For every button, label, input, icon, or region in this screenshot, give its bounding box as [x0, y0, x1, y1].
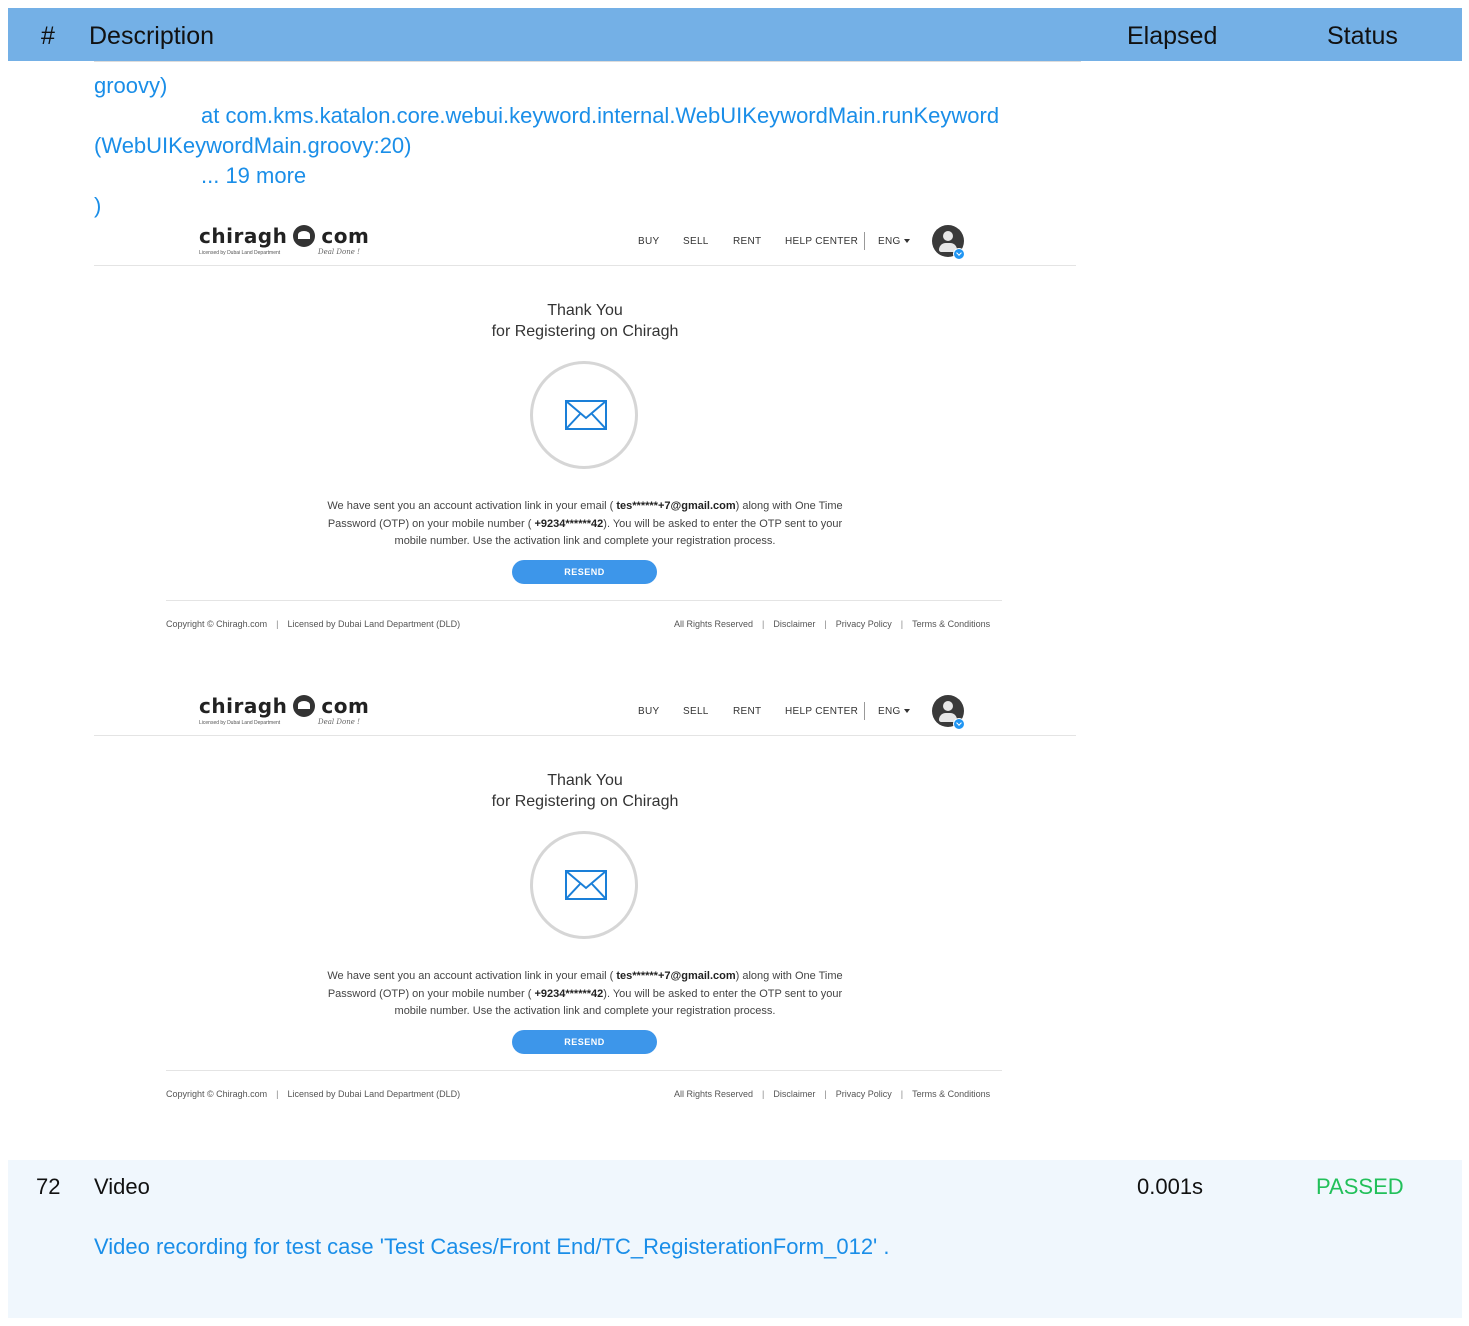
row-step-name: Video: [94, 1174, 150, 1199]
logo-text: com: [321, 694, 370, 718]
nav-rent: RENT: [733, 706, 762, 717]
language-selector: ENG: [878, 236, 910, 247]
footer-left: Copyright © Chiragh.com | Licensed by Duba…: [166, 1089, 461, 1099]
logo-mark-icon: [293, 695, 316, 717]
trace-line: groovy): [94, 73, 168, 98]
nav-help-center: HELP CENTER: [785, 706, 859, 717]
chiragh-logo: chiragh com: [199, 694, 369, 718]
trace-line: ... 19 more: [201, 163, 307, 188]
resend-button: RESEND: [512, 1030, 657, 1054]
envelope-icon: [565, 870, 607, 900]
nav-sell: SELL: [683, 236, 709, 247]
resend-button: RESEND: [512, 560, 657, 584]
status-badge: PASSED: [1316, 1174, 1404, 1199]
report-table-header: # Description Elapsed Status: [8, 8, 1462, 61]
trace-line: at com.kms.katalon.core.webui.keyword.in…: [201, 103, 1000, 128]
thanks-title: Thank You: [547, 302, 623, 319]
thanks-subtitle: for Registering on Chiragh: [491, 793, 679, 810]
chevron-down-icon: [953, 248, 965, 260]
thanks-subtitle: for Registering on Chiragh: [491, 323, 679, 340]
logo-mark-icon: [293, 225, 316, 247]
chevron-down-icon: [953, 718, 965, 730]
nav-separator: [864, 232, 865, 250]
masked-phone: +9234******42: [534, 517, 604, 530]
footer-right: All Rights Reserved | Disclaimer | Privacy P…: [674, 619, 991, 629]
nav-buy: BUY: [638, 706, 660, 717]
caret-down-icon: [903, 709, 910, 714]
trace-line: (WebUIKeywordMain.groovy:20): [94, 133, 412, 158]
message-text: We have sent you an account activation l…: [327, 970, 617, 982]
footer-rights: All Rights Reserved: [674, 1089, 754, 1099]
footer-disclaimer: Disclaimer: [773, 1089, 816, 1099]
logo-subtitle: Licensed by Dubai Land Department: [199, 250, 281, 256]
header-description: Description: [89, 22, 215, 50]
divider: [166, 1070, 1002, 1071]
row-message: Video recording for test case 'Test Case…: [94, 1234, 890, 1259]
caret-down-icon: [903, 239, 910, 244]
footer-rights: All Rights Reserved: [674, 619, 754, 629]
divider: [166, 600, 1002, 601]
stack-trace: groovy) at com.kms.katalon.core.webui.ke…: [94, 71, 1084, 221]
logo-text: com: [321, 224, 370, 248]
nav-rent: RENT: [733, 236, 762, 247]
footer-privacy: Privacy Policy: [835, 619, 892, 629]
nav-sell: SELL: [683, 706, 709, 717]
divider: [94, 265, 1076, 266]
footer-terms: Terms & Conditions: [912, 1089, 991, 1099]
activation-message: We have sent you an account activation l…: [316, 968, 854, 1021]
step-screenshot[interactable]: chiragh com Licensed by Dubai Land Depar…: [94, 218, 1076, 638]
logo-text: chiragh: [199, 694, 288, 718]
trace-line: ): [94, 193, 102, 218]
masked-email: tes******+7@gmail.com: [616, 500, 736, 512]
nav-separator: [864, 702, 865, 720]
logo-text: chiragh: [199, 224, 288, 248]
header-number: #: [41, 22, 55, 50]
table-row[interactable]: 72 Video 0.001s PASSED Video recording f…: [8, 1160, 1462, 1318]
footer-privacy: Privacy Policy: [835, 1089, 892, 1099]
footer-disclaimer: Disclaimer: [773, 619, 816, 629]
masked-phone: +9234******42: [534, 987, 604, 1000]
masked-email: tes******+7@gmail.com: [616, 970, 736, 982]
email-sent-badge: [530, 361, 638, 469]
nav-help-center: HELP CENTER: [785, 236, 859, 247]
chiragh-logo: chiragh com: [199, 224, 369, 248]
footer-licensed: Licensed by Dubai Land Department (DLD): [287, 619, 461, 629]
row-elapsed: 0.001s: [1137, 1174, 1204, 1199]
thanks-title: Thank You: [547, 772, 623, 789]
nav-buy: BUY: [638, 236, 660, 247]
message-text: We have sent you an account activation l…: [327, 500, 617, 512]
activation-message: We have sent you an account activation l…: [316, 498, 854, 551]
logo-subtitle: Licensed by Dubai Land Department: [199, 720, 281, 726]
logo-tagline: Deal Done !: [318, 248, 360, 256]
language-label: ENG: [878, 706, 901, 717]
footer-left: Copyright © Chiragh.com | Licensed by Duba…: [166, 619, 461, 629]
step-screenshot[interactable]: chiragh com Licensed by Dubai Land Depar…: [94, 688, 1076, 1108]
footer-copyright: Copyright © Chiragh.com: [166, 1089, 268, 1099]
header-status: Status: [1327, 22, 1398, 50]
envelope-icon: [565, 400, 607, 430]
divider: [94, 735, 1076, 736]
footer-right: All Rights Reserved | Disclaimer | Privacy P…: [674, 1089, 991, 1099]
header-elapsed: Elapsed: [1127, 22, 1218, 50]
email-sent-badge: [530, 831, 638, 939]
row-number: 72: [36, 1174, 61, 1199]
logo-tagline: Deal Done !: [318, 718, 360, 726]
footer-copyright: Copyright © Chiragh.com: [166, 619, 268, 629]
divider: [94, 61, 1081, 62]
footer-licensed: Licensed by Dubai Land Department (DLD): [287, 1089, 461, 1099]
language-selector: ENG: [878, 706, 910, 717]
language-label: ENG: [878, 236, 901, 247]
footer-terms: Terms & Conditions: [912, 619, 991, 629]
